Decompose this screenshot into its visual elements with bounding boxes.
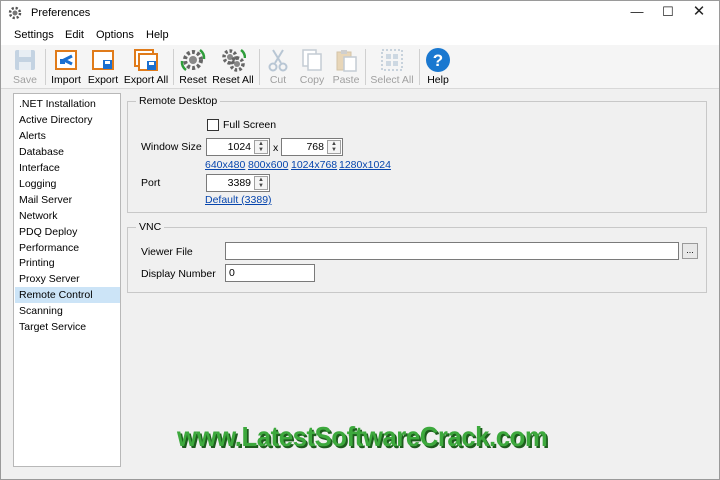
sidebar-item-interface[interactable]: Interface: [15, 160, 120, 176]
paste-icon: [336, 50, 357, 72]
reset-all-gears-icon: [222, 49, 246, 72]
import-icon: [55, 50, 77, 70]
select-all-icon: [381, 49, 403, 71]
maximize-button[interactable]: ☐: [653, 1, 683, 25]
viewer-file-input[interactable]: [225, 242, 679, 260]
preset-640x480-link[interactable]: 640x480: [205, 159, 245, 171]
sidebar-item-proxy-server[interactable]: Proxy Server: [15, 271, 120, 287]
question-mark-icon: ?: [426, 48, 450, 72]
reset-button[interactable]: Reset: [177, 47, 209, 87]
sidebar-item-scanning[interactable]: Scanning: [15, 303, 120, 319]
export-all-icon: [134, 49, 158, 71]
preferences-window: Preferences — ☐ ✕ Settings Edit Options …: [0, 0, 720, 480]
port-value: 3389: [227, 177, 251, 189]
vnc-group: VNC: [127, 221, 707, 293]
watermark-text: www.LatestSoftwareCrack.com: [177, 421, 548, 452]
sidebar-item-network[interactable]: Network: [15, 208, 120, 224]
height-spin-buttons[interactable]: ▲ ▼: [327, 140, 341, 154]
export-icon: [92, 50, 114, 70]
sidebar-item-pdq-deploy[interactable]: PDQ Deploy: [15, 224, 120, 240]
copy-icon: [302, 49, 322, 71]
menu-settings[interactable]: Settings: [14, 29, 54, 41]
preset-800x600-link[interactable]: 800x600: [248, 159, 288, 171]
browse-button[interactable]: ...: [682, 243, 698, 259]
help-button[interactable]: ? Help: [423, 47, 453, 87]
menu-edit[interactable]: Edit: [65, 29, 84, 41]
full-screen-label: Full Screen: [223, 119, 277, 131]
import-button[interactable]: Import: [49, 47, 83, 87]
width-value: 1024: [227, 141, 251, 153]
reset-gear-icon: [180, 48, 206, 72]
sidebar-item-performance[interactable]: Performance: [15, 240, 120, 256]
display-number-input[interactable]: 0: [225, 264, 315, 282]
height-value: 768: [306, 141, 324, 153]
window-title: Preferences: [31, 7, 91, 19]
size-separator: x: [273, 142, 279, 154]
sidebar-item-remote-control[interactable]: Remote Control: [15, 287, 120, 303]
default-port-link[interactable]: Default (3389): [205, 194, 272, 206]
scissors-icon: [268, 49, 288, 72]
gear-icon: [8, 6, 22, 20]
width-stepper[interactable]: 1024 ▲ ▼: [206, 138, 270, 156]
sidebar-item-database[interactable]: Database: [15, 144, 120, 160]
height-stepper[interactable]: 768 ▲ ▼: [281, 138, 343, 156]
select-all-button[interactable]: Select All: [368, 47, 416, 87]
sidebar-item-alerts[interactable]: Alerts: [15, 128, 120, 144]
full-screen-checkbox[interactable]: [207, 119, 219, 131]
port-label: Port: [141, 177, 161, 189]
sidebar-item-printing[interactable]: Printing: [15, 255, 120, 271]
port-stepper[interactable]: 3389 ▲ ▼: [206, 174, 270, 192]
menu-options[interactable]: Options: [96, 29, 134, 41]
sidebar-item-active-directory[interactable]: Active Directory: [15, 112, 120, 128]
preset-1024x768-link[interactable]: 1024x768: [291, 159, 337, 171]
vnc-title: VNC: [136, 221, 165, 233]
port-spin-buttons[interactable]: ▲ ▼: [254, 176, 268, 190]
sidebar-item-mail-server[interactable]: Mail Server: [15, 192, 120, 208]
save-icon: [15, 50, 35, 70]
sidebar-item-net-installation[interactable]: .NET Installation: [15, 96, 120, 112]
menu-bar: Settings Edit Options Help: [1, 25, 719, 45]
svg-text:?: ?: [433, 51, 443, 70]
cut-button[interactable]: Cut: [263, 47, 293, 87]
minimize-button[interactable]: —: [622, 1, 652, 25]
width-spin-buttons[interactable]: ▲ ▼: [254, 140, 268, 154]
export-button[interactable]: Export: [86, 47, 120, 87]
viewer-file-label: Viewer File: [141, 246, 193, 258]
save-button[interactable]: Save: [9, 47, 41, 87]
preset-1280x1024-link[interactable]: 1280x1024: [339, 159, 391, 171]
remote-desktop-title: Remote Desktop: [136, 95, 221, 107]
close-button[interactable]: ✕: [684, 1, 714, 25]
sidebar-item-logging[interactable]: Logging: [15, 176, 120, 192]
copy-button[interactable]: Copy: [297, 47, 327, 87]
display-number-label: Display Number: [141, 268, 216, 280]
title-bar: Preferences — ☐ ✕: [1, 1, 719, 25]
menu-help[interactable]: Help: [146, 29, 169, 41]
export-all-button[interactable]: Export All: [123, 47, 169, 87]
reset-all-button[interactable]: Reset All: [212, 47, 254, 87]
category-list: .NET Installation Active Directory Alert…: [13, 93, 121, 467]
window-size-label: Window Size: [141, 141, 202, 153]
sidebar-item-target-service[interactable]: Target Service: [15, 319, 120, 335]
toolbar: Save Import Export Export All Reset Rese…: [1, 45, 719, 89]
paste-button[interactable]: Paste: [331, 47, 361, 87]
